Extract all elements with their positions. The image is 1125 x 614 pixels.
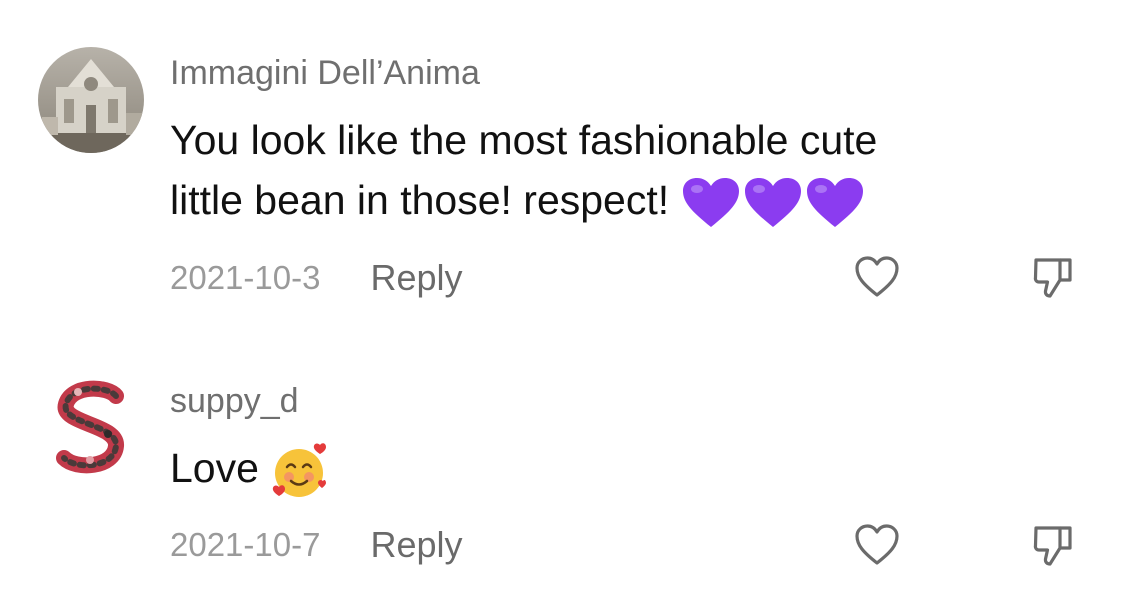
comment-item: Immagini Dell’Anima You look like the mo… bbox=[0, 0, 1125, 330]
emoji-group bbox=[681, 177, 865, 229]
avatar[interactable] bbox=[38, 374, 144, 480]
emoji-group bbox=[271, 441, 331, 501]
smiling-face-with-hearts-icon bbox=[272, 443, 326, 498]
dislike-thumb-icon[interactable] bbox=[1028, 252, 1078, 302]
like-heart-icon[interactable] bbox=[852, 252, 902, 302]
purple-heart-icon bbox=[683, 178, 740, 228]
comment-item: suppy_d Love 2021-10-7 Reply bbox=[0, 330, 1125, 614]
comment-text-line-with-emoji: little bean in those! respect! bbox=[170, 170, 1050, 230]
like-heart-icon[interactable] bbox=[852, 520, 902, 570]
comment-meta: 2021-10-3 Reply bbox=[170, 255, 463, 301]
dislike-thumb-icon[interactable] bbox=[1028, 520, 1078, 570]
purple-heart-icon bbox=[807, 178, 864, 228]
comment-date: 2021-10-7 bbox=[170, 526, 321, 563]
reply-button[interactable]: Reply bbox=[370, 257, 462, 299]
reply-button[interactable]: Reply bbox=[370, 524, 462, 566]
comment-text: Love bbox=[170, 438, 1050, 501]
comment-date: 2021-10-3 bbox=[170, 259, 321, 296]
comment-text-line: little bean in those! respect! bbox=[170, 177, 670, 223]
comment-username[interactable]: suppy_d bbox=[170, 382, 299, 421]
comment-text: You look like the most fashionable cute … bbox=[170, 110, 1050, 230]
comment-username[interactable]: Immagini Dell’Anima bbox=[170, 54, 480, 93]
comment-text-line: You look like the most fashionable cute bbox=[170, 117, 878, 163]
comment-meta: 2021-10-7 Reply bbox=[170, 522, 463, 568]
comment-text-line: Love bbox=[170, 445, 259, 491]
purple-heart-icon bbox=[745, 178, 802, 228]
avatar[interactable] bbox=[38, 47, 144, 153]
